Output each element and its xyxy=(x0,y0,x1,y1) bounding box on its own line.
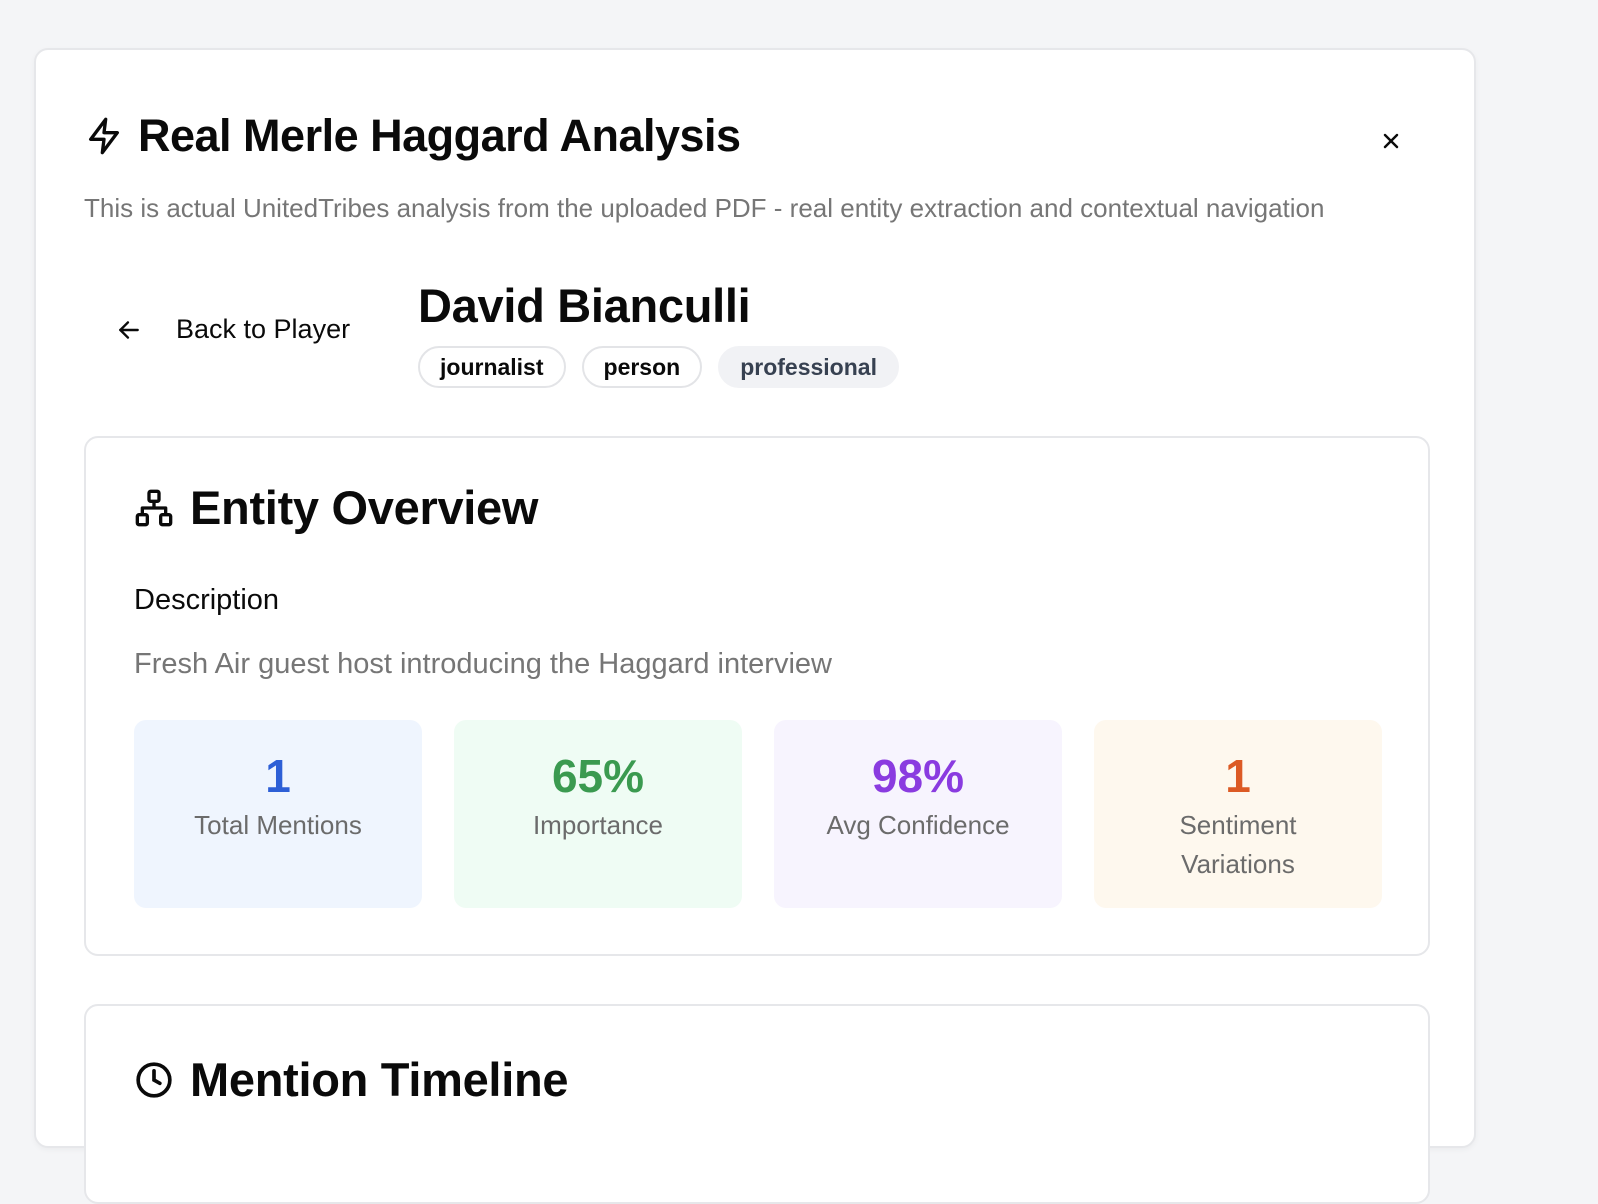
stat-label: Total Mentions xyxy=(194,810,362,840)
entity-overview-heading: Entity Overview xyxy=(134,480,538,535)
mention-timeline-title: Mention Timeline xyxy=(190,1053,569,1106)
close-button[interactable] xyxy=(1374,124,1408,158)
stat-value: 1 xyxy=(1225,750,1251,802)
stat-avg-confidence: 98% Avg Confidence xyxy=(774,720,1062,908)
stat-label: Importance xyxy=(532,810,664,840)
entity-overview-card: Entity Overview Description Fresh Air gu… xyxy=(84,436,1430,956)
close-icon xyxy=(1383,133,1399,149)
entity-name: David Bianculli xyxy=(418,279,751,332)
stat-label: Sentiment Variations xyxy=(1179,810,1297,879)
stats-row: 1 Total Mentions 65% Importance 98% Avg … xyxy=(134,720,1382,908)
stat-value: 1 xyxy=(265,750,291,802)
arrow-left-icon xyxy=(119,320,139,339)
stat-value: 98% xyxy=(871,750,965,802)
back-button-label: Back to Player xyxy=(176,314,351,344)
stat-label: Avg Confidence xyxy=(826,810,1010,840)
stat-total-mentions: 1 Total Mentions xyxy=(134,720,422,908)
stat-importance: 65% Importance xyxy=(454,720,742,908)
tag-person: person xyxy=(581,346,703,388)
bolt-icon xyxy=(89,117,120,155)
modal-subtitle: This is actual UnitedTribes analysis fro… xyxy=(84,193,1325,223)
mention-timeline-card: Mention Timeline xyxy=(84,1004,1430,1204)
mention-timeline-heading: Mention Timeline xyxy=(134,1052,569,1107)
network-icon xyxy=(135,489,173,526)
tag-journalist: journalist xyxy=(418,346,566,388)
stat-value: 65% xyxy=(551,750,645,802)
entity-overview-title: Entity Overview xyxy=(190,481,539,534)
modal-title: Real Merle Haggard Analysis xyxy=(138,110,741,161)
entity-tags: journalist person professional xyxy=(418,346,899,388)
clock-icon xyxy=(136,1061,172,1098)
analysis-modal: Real Merle Haggard Analysis This is actu… xyxy=(34,48,1476,1204)
back-to-player-button[interactable]: Back to Player xyxy=(116,314,350,345)
modal-header: Real Merle Haggard Analysis xyxy=(84,110,741,162)
description-text: Fresh Air guest host introducing the Hag… xyxy=(134,648,832,680)
tag-professional: professional xyxy=(718,346,899,388)
description-label: Description xyxy=(134,584,280,616)
stat-sentiment-variations: 1 Sentiment Variations xyxy=(1094,720,1382,908)
